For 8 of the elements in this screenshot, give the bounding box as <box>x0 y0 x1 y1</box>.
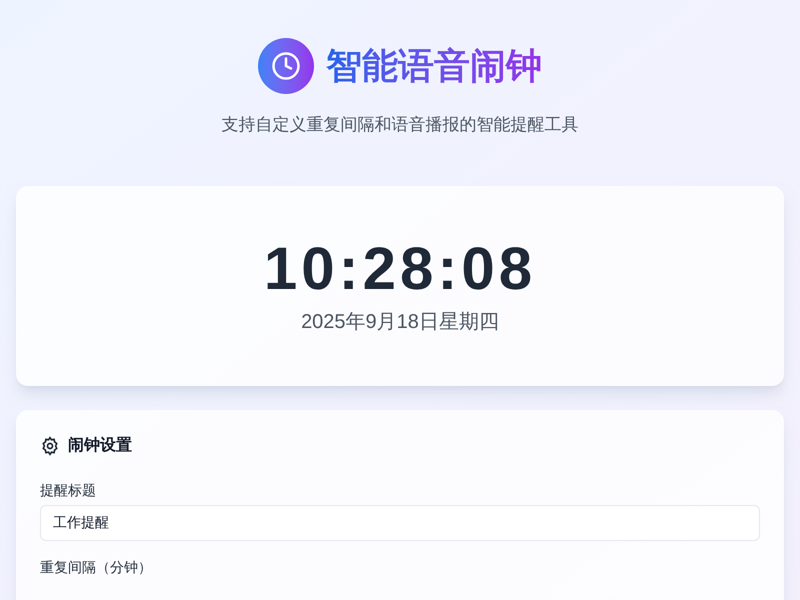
field-label: 提醒标题 <box>40 480 97 500</box>
app-subtitle: 支持自定义重复间隔和语音播报的智能提醒工具 <box>220 114 580 136</box>
settings-icon <box>40 436 60 456</box>
input-field[interactable]: 工作提醒 <box>40 504 760 540</box>
field-label: 重复间隔（分钟） <box>40 558 153 576</box>
clock-date: 2025年9月18日星期四 <box>301 310 499 334</box>
clock-time: 10:28:08 <box>264 238 536 298</box>
settings-title: 闹钟设置 <box>68 436 132 456</box>
